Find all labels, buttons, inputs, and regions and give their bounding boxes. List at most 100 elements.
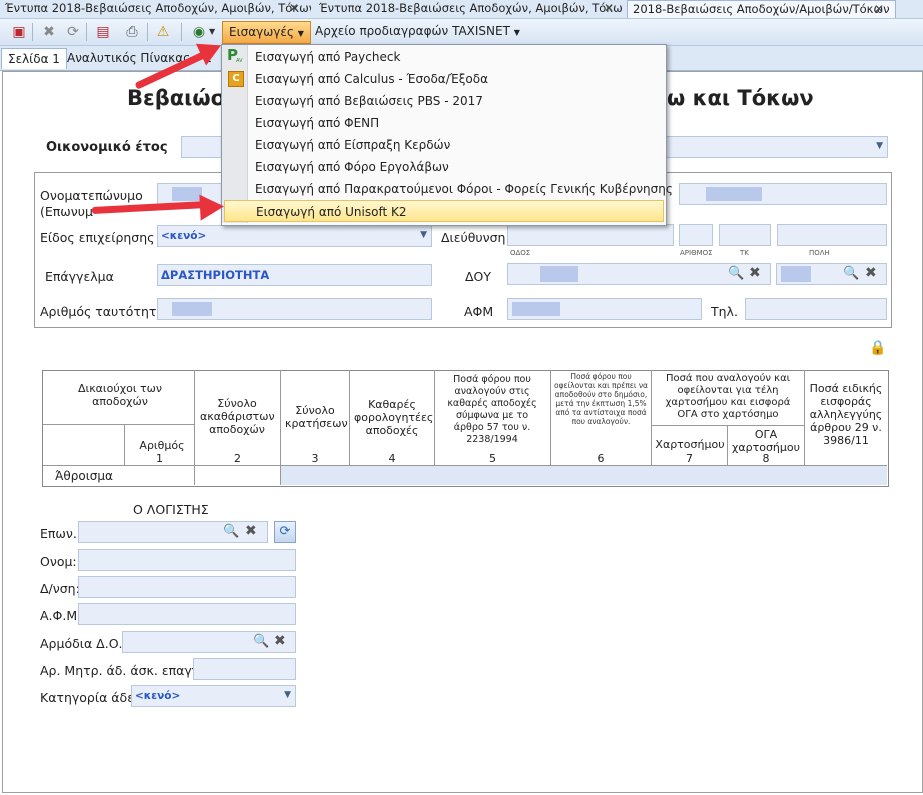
street-sublabel: ΟΔΟΣ bbox=[510, 249, 531, 257]
col-header-oga: ΟΓΑ χαρτοσήμου bbox=[732, 428, 800, 454]
chevron-down-icon: ▼ bbox=[420, 230, 427, 240]
save-close-icon[interactable]: ▣ bbox=[11, 24, 27, 40]
redacted-value bbox=[172, 187, 202, 201]
globe-icon[interactable]: ◉ bbox=[191, 24, 207, 40]
redacted-value bbox=[172, 302, 212, 316]
name-label: Ονοματεπώνυμο bbox=[40, 188, 143, 203]
sum-row-cells bbox=[281, 466, 887, 485]
street-number-input[interactable] bbox=[679, 224, 713, 246]
print-icon[interactable]: ⎙ bbox=[124, 24, 140, 40]
col-header-special: Ποσά ειδικής εισφοράς αλληλεγγύης άρθρου… bbox=[809, 382, 883, 447]
taxisnet-menu-button[interactable]: Αρχείο προδιαγραφών TAXISNET ▼ bbox=[309, 21, 526, 42]
chevron-down-icon: ▼ bbox=[876, 141, 883, 151]
imports-menu-button[interactable]: Εισαγωγές ▼ bbox=[222, 21, 311, 44]
doy-secondary-input[interactable]: 🔍 ✖ bbox=[776, 263, 887, 285]
accountant-address-label: Δ/νση: bbox=[40, 581, 80, 596]
col-header-beneficiaries: Δικαιούχοι των αποδοχών bbox=[77, 382, 163, 408]
name-input-right[interactable] bbox=[679, 183, 887, 205]
license-number-input[interactable] bbox=[193, 658, 296, 680]
accountant-doy-input[interactable]: 🔍 ✖ bbox=[122, 631, 296, 653]
col-header-net: Καθαρές φορολογητέες αποδοχές bbox=[354, 398, 434, 437]
chevron-down-icon: ▼ bbox=[284, 690, 291, 700]
menu-item-profits[interactable]: Εισαγωγή από Είσπραξη Κερδών bbox=[255, 134, 450, 156]
number-sublabel: ΑΡΙΘΜΟΣ bbox=[680, 249, 713, 257]
document-tab-2[interactable]: Έντυπα 2018-Βεβαιώσεις Αποδοχών, Αμοιβών… bbox=[314, 0, 623, 17]
warning-icon[interactable]: ⚠ bbox=[155, 24, 171, 40]
close-tab-icon[interactable]: ✕ bbox=[289, 0, 299, 17]
col-number-6: 6 bbox=[597, 452, 605, 465]
clear-icon[interactable]: ✖ bbox=[274, 633, 286, 649]
redacted-value bbox=[540, 266, 578, 282]
accountant-surname-label: Επων.: bbox=[40, 526, 82, 541]
sum-row-label: Άθροισμα bbox=[55, 469, 113, 483]
redacted-value bbox=[512, 302, 560, 316]
menu-item-calculus[interactable]: Εισαγωγή από Calculus - Έσοδα/Έξοδα bbox=[255, 68, 488, 90]
search-icon[interactable]: 🔍 bbox=[728, 266, 744, 281]
toolbar-separator bbox=[147, 23, 148, 41]
tab-page-1[interactable]: Σελίδα 1 bbox=[1, 48, 67, 69]
col-number-2: 2 bbox=[234, 452, 241, 465]
col-number-8: 8 bbox=[762, 452, 770, 465]
menu-item-withheld-taxes[interactable]: Εισαγωγή από Παρακρατούμενοι Φόροι - Φορ… bbox=[255, 178, 673, 200]
clear-icon[interactable]: ✖ bbox=[749, 265, 761, 281]
chevron-down-icon: ▼ bbox=[513, 28, 520, 37]
accountant-name-label: Ονομ: bbox=[40, 554, 77, 569]
close-tab-icon[interactable]: ✕ bbox=[604, 0, 614, 17]
business-type-select[interactable]: <κενό> ▼ bbox=[157, 225, 432, 247]
accountant-address-input[interactable] bbox=[78, 576, 296, 598]
menu-item-paycheck[interactable]: Εισαγωγή από Paycheck bbox=[255, 46, 400, 68]
print-pdf-icon[interactable]: ▤ bbox=[95, 24, 111, 40]
clear-icon[interactable]: ✖ bbox=[245, 523, 257, 539]
business-type-value: <κενό> bbox=[161, 230, 207, 242]
page-title-left: Βεβαιώσ bbox=[127, 86, 227, 110]
tab-label: Έντυπα 2018-Βεβαιώσεις Αποδοχών, Αμοιβών… bbox=[5, 1, 311, 15]
menu-item-fenp[interactable]: Εισαγωγή από ΦΕΝΠ bbox=[255, 112, 379, 134]
refresh-accountant-button[interactable]: ⟳ bbox=[274, 521, 296, 543]
search-icon[interactable]: 🔍 bbox=[223, 524, 239, 539]
col-number-5: 5 bbox=[489, 452, 496, 465]
delete-icon[interactable]: ✖ bbox=[41, 24, 57, 40]
col-number-3: 3 bbox=[311, 452, 319, 465]
toolbar-separator bbox=[86, 23, 87, 41]
profession-input[interactable]: ΔΡΑΣΤΗΡΙΟΤΗΤΑ bbox=[157, 264, 432, 286]
accountant-afm-input[interactable] bbox=[78, 603, 296, 625]
refresh-icon[interactable]: ⟳ bbox=[65, 24, 81, 40]
accountant-surname-input[interactable]: 🔍 ✖ bbox=[78, 521, 268, 543]
lock-icon[interactable]: 🔒 bbox=[869, 340, 886, 356]
document-tab-3-active[interactable]: 2018-Βεβαιώσεις Αποδοχών/Αμοιβών/Τόκων ✕ bbox=[627, 0, 896, 18]
phone-input[interactable] bbox=[745, 298, 887, 320]
menu-item-pbs[interactable]: Εισαγωγή από Βεβαιώσεις PBS - 2017 bbox=[255, 90, 483, 112]
accountant-title: Ο ΛΟΓΙΣΤΗΣ bbox=[133, 502, 209, 517]
col-header-gross: Σύνολο ακαθάριστων αποδοχών bbox=[200, 397, 275, 436]
accountant-name-input[interactable] bbox=[78, 549, 296, 571]
zip-input[interactable] bbox=[719, 224, 771, 246]
col-header-deductions: Σύνολο κρατήσεων bbox=[285, 404, 348, 430]
id-number-input[interactable] bbox=[157, 298, 432, 320]
taxisnet-menu-label: Αρχείο προδιαγραφών TAXISNET bbox=[315, 24, 510, 38]
street-input[interactable] bbox=[507, 224, 674, 246]
license-category-value: <κενό> bbox=[135, 690, 181, 702]
name-label-cont: (Επωνυμ bbox=[40, 204, 93, 219]
sum-gross-cell[interactable] bbox=[195, 466, 280, 485]
fiscal-year-label: Οικονομικό έτος bbox=[46, 140, 168, 155]
search-icon[interactable]: 🔍 bbox=[253, 634, 269, 649]
document-tab-1[interactable]: Έντυπα 2018-Βεβαιώσεις Αποδοχών, Αμοιβών… bbox=[0, 0, 311, 17]
page-title-right: ω και Τόκων bbox=[667, 86, 814, 110]
id-number-label: Αριθμός ταυτότητα bbox=[40, 304, 165, 319]
afm-label: ΑΦΜ bbox=[464, 304, 494, 319]
menu-item-contractors[interactable]: Εισαγωγή από Φόρο Εργολάβων bbox=[255, 156, 449, 178]
address-label: Διεύθυνση bbox=[441, 230, 506, 245]
license-category-select[interactable]: <κενό> ▼ bbox=[131, 685, 296, 707]
menu-item-unisoft-k2[interactable]: Εισαγωγή από Unisoft K2 bbox=[224, 200, 664, 222]
search-icon[interactable]: 🔍 bbox=[843, 266, 859, 281]
imports-menu-label: Εισαγωγές bbox=[229, 25, 294, 39]
profession-value: ΔΡΑΣΤΗΡΙΟΤΗΤΑ bbox=[161, 268, 270, 282]
clear-icon[interactable]: ✖ bbox=[865, 265, 877, 281]
afm-input[interactable] bbox=[507, 298, 702, 320]
doy-input[interactable]: 🔍 ✖ bbox=[507, 263, 771, 285]
city-input[interactable] bbox=[777, 224, 887, 246]
doy-label: ΔΟΥ bbox=[465, 269, 492, 284]
col-header-tax: Ποσά φόρου που αναλογούν στις καθαρές απ… bbox=[447, 374, 537, 445]
paycheck-icon-sub: AV bbox=[236, 58, 243, 64]
close-tab-icon[interactable]: ✕ bbox=[874, 1, 884, 18]
